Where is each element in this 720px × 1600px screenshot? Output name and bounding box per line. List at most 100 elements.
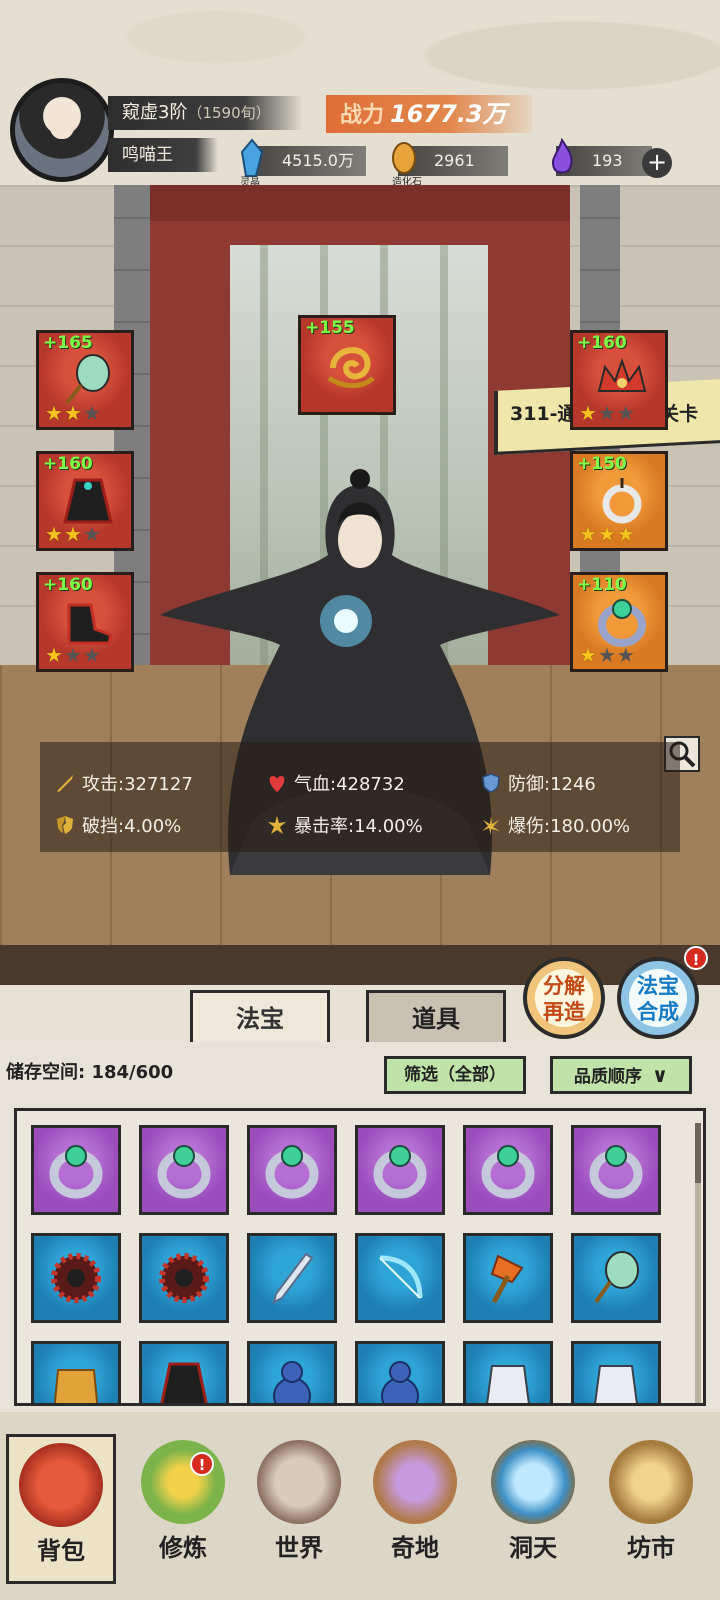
equip-slot-crown[interactable]: +160 ★★★: [570, 330, 668, 430]
ring-icon: [598, 599, 646, 647]
storage-capacity: 储存空间: 184/600: [6, 1058, 173, 1084]
tab-items[interactable]: 道具: [366, 990, 506, 1042]
inventory-cell[interactable]: [247, 1341, 337, 1403]
inventory-cell[interactable]: [31, 1341, 121, 1403]
inventory-cell[interactable]: [463, 1341, 553, 1403]
nav-wonderland[interactable]: 奇地: [360, 1434, 470, 1584]
golden-armor-icon: [53, 1369, 99, 1403]
add-resource-button[interactable]: +: [642, 148, 672, 178]
stat-crit-damage: 爆伤:180.00%: [480, 812, 630, 838]
stat-hp: 气血:428732: [266, 770, 405, 796]
white-armor-icon: [486, 1365, 530, 1403]
top-header: 窥虚3阶（1590旬） 鸣喵王 战力 1677.3万 灵晶 4515.0万 造化石…: [0, 0, 720, 188]
storage-value: 184/600: [91, 1062, 174, 1083]
resource-creation-stone: 造化石 2961: [392, 142, 508, 188]
enhance-level: +150: [577, 454, 627, 474]
crit-burst-icon: [268, 816, 286, 834]
broken-shield-icon: [57, 816, 73, 834]
notification-badge: !: [190, 1452, 214, 1476]
enhance-level: +160: [43, 575, 93, 595]
stat-label: 暴击率:: [294, 816, 355, 837]
inventory-cell[interactable]: [571, 1125, 661, 1215]
decompose-rebuild-button[interactable]: 分解 再造: [523, 957, 605, 1039]
inventory-cell[interactable]: [355, 1341, 445, 1403]
floor-edge: [0, 945, 720, 985]
nav-label: 背包: [37, 1537, 85, 1565]
robe-icon: [160, 1362, 208, 1403]
ring-icon: [373, 1145, 427, 1199]
stat-crit-rate: 暴击率:14.00%: [266, 812, 423, 838]
sort-label: 品质顺序: [573, 1067, 642, 1087]
enhance-level: +160: [43, 454, 93, 474]
world-scroll-icon: [257, 1440, 341, 1524]
inventory-cell[interactable]: [31, 1233, 121, 1323]
button-line: 合成: [637, 1000, 679, 1024]
stat-value: 428732: [336, 774, 405, 795]
inventory-cell[interactable]: [355, 1125, 445, 1215]
combat-power-label: 战力: [340, 103, 385, 128]
inventory-cell[interactable]: [247, 1233, 337, 1323]
inventory-cell[interactable]: [31, 1125, 121, 1215]
nav-cultivation[interactable]: 修炼: [128, 1434, 238, 1584]
inventory-cell[interactable]: [463, 1233, 553, 1323]
robe-icon: [63, 478, 113, 524]
nav-market[interactable]: 坊市: [596, 1434, 706, 1584]
realm-rank: 窥虚3阶: [122, 102, 188, 123]
button-line: 分解: [543, 974, 585, 998]
spiked-disc-icon: [159, 1253, 209, 1303]
button-line: 再造: [543, 1000, 585, 1024]
nav-world[interactable]: 世界: [244, 1434, 354, 1584]
inventory-cell[interactable]: [247, 1125, 337, 1215]
player-avatar[interactable]: [10, 78, 114, 182]
combat-power-bar: 战力 1677.3万: [326, 95, 532, 133]
nav-cave-heaven[interactable]: 洞天: [478, 1434, 588, 1584]
axe-icon: [490, 1254, 524, 1304]
wonderland-icon: [373, 1440, 457, 1524]
inventory-panel: 储存空间: 184/600 筛选（全部） 品质顺序 ∨: [0, 1042, 720, 1412]
button-line: 法宝: [637, 974, 679, 998]
stat-defense: 防御:1246: [480, 770, 596, 796]
gourd-icon: [381, 1361, 419, 1403]
stat-value: 1246: [550, 774, 596, 795]
star-rating: ★★★: [45, 522, 102, 546]
white-armor-icon: [594, 1365, 638, 1403]
door-lintel: [150, 185, 570, 221]
equip-slot-fan[interactable]: +165 ★★★: [36, 330, 134, 430]
realm-rank-bar: 窥虚3阶（1590旬）: [108, 96, 303, 130]
nav-label: 奇地: [391, 1534, 439, 1562]
inventory-cell[interactable]: [139, 1233, 229, 1323]
equip-slot-talisman[interactable]: +155: [298, 315, 396, 415]
equip-slot-ring[interactable]: +110 ★★★: [570, 572, 668, 672]
equip-slot-boots[interactable]: +160 ★★★: [36, 572, 134, 672]
equip-slot-amulet[interactable]: +150 ★★★: [570, 451, 668, 551]
star-rating: ★★★: [45, 401, 102, 425]
scrollbar-thumb[interactable]: [695, 1123, 701, 1183]
inventory-cell[interactable]: [139, 1341, 229, 1403]
ring-icon: [589, 1145, 643, 1199]
inventory-cell[interactable]: [571, 1341, 661, 1403]
stat-value: 327127: [124, 774, 193, 795]
tab-treasure[interactable]: 法宝: [190, 990, 330, 1042]
ring-icon: [49, 1145, 103, 1199]
inventory-cell[interactable]: [463, 1125, 553, 1215]
treasure-synthesis-button[interactable]: 法宝 合成: [617, 957, 699, 1039]
cultivation-icon: [141, 1440, 225, 1524]
inventory-cell[interactable]: [355, 1233, 445, 1323]
ring-icon: [481, 1145, 535, 1199]
filter-button[interactable]: 筛选（全部）: [384, 1056, 526, 1094]
boots-icon: [67, 603, 113, 645]
gourd-icon: [273, 1361, 311, 1403]
star-rating: ★★★: [579, 643, 636, 667]
inventory-cell[interactable]: [571, 1233, 661, 1323]
sort-dropdown[interactable]: 品质顺序 ∨: [550, 1056, 692, 1094]
inventory-cell[interactable]: [139, 1125, 229, 1215]
nav-backpack[interactable]: 背包: [6, 1434, 116, 1584]
stat-value: 14.00%: [354, 816, 423, 837]
stat-value: 4.00%: [124, 816, 182, 837]
resource-purple-flame: 193: [552, 138, 652, 176]
equip-slot-robe[interactable]: +160 ★★★: [36, 451, 134, 551]
cultivator-character: [160, 469, 560, 875]
lifespan: （1590旬）: [187, 104, 271, 122]
chevron-down-icon: ∨: [651, 1063, 669, 1087]
stat-label: 破挡:: [82, 816, 125, 837]
